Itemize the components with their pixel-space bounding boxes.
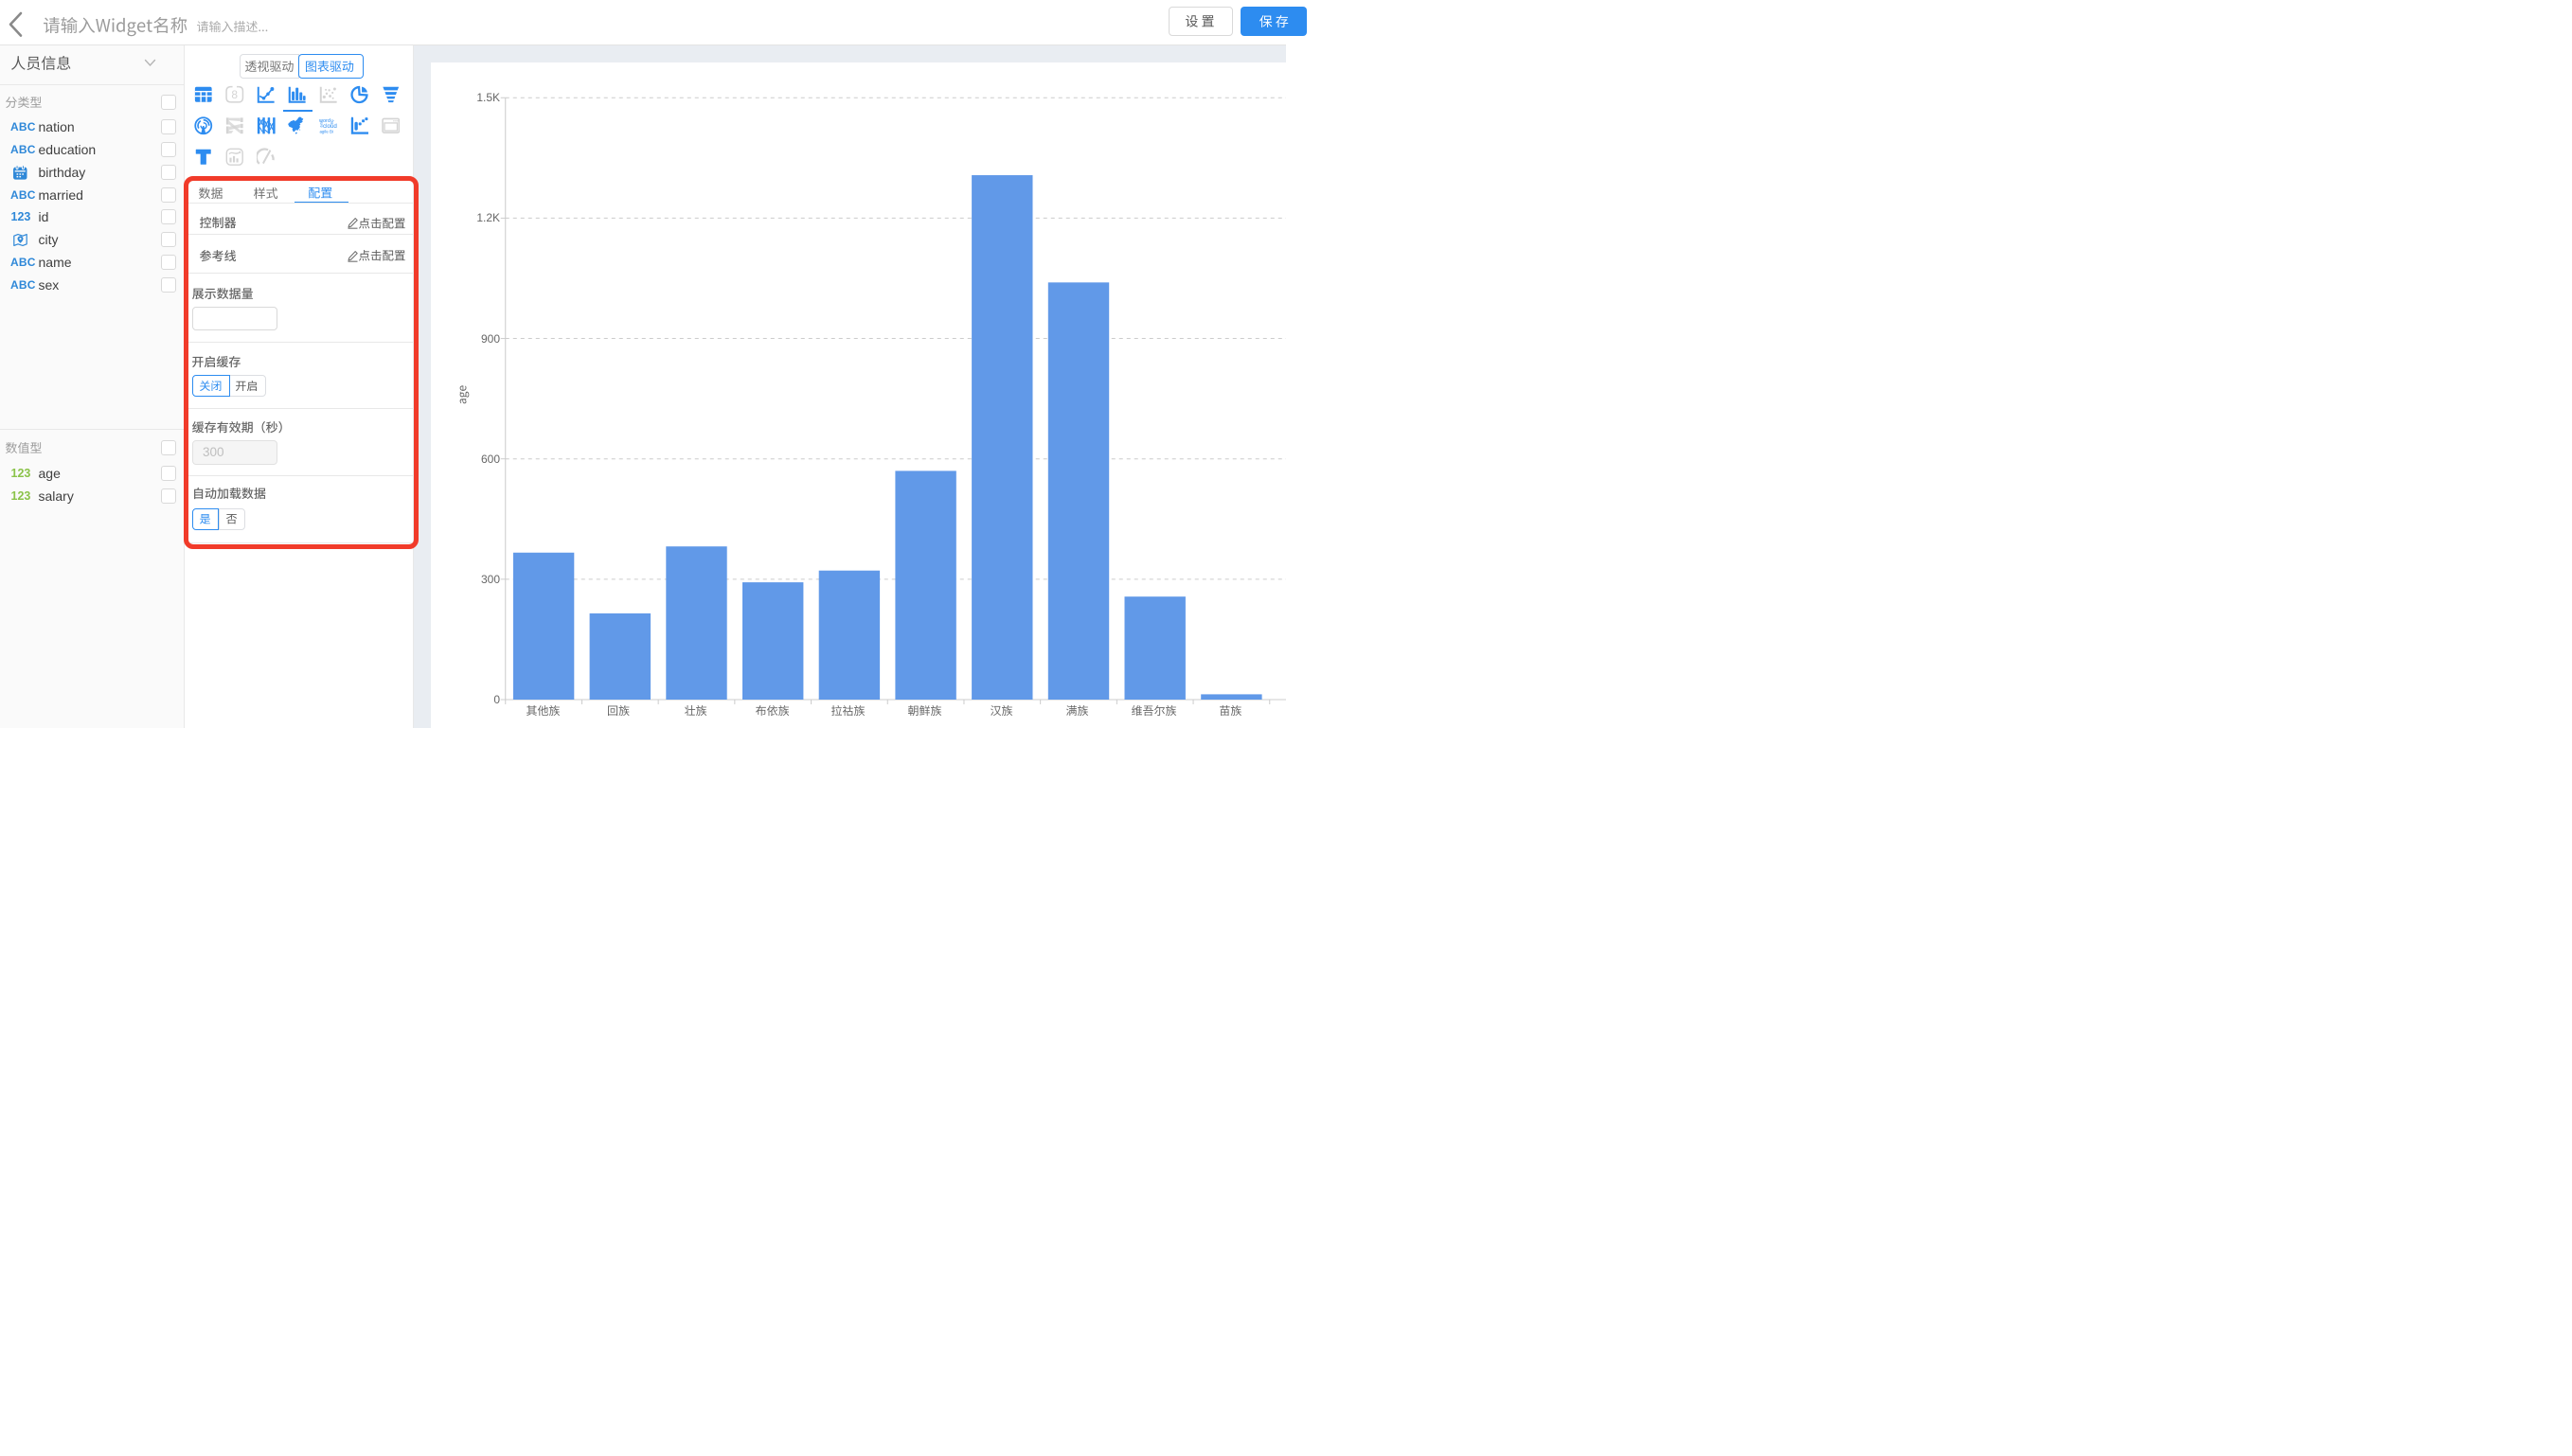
svg-text:agile Bi: agile Bi (319, 130, 333, 134)
svg-text:8: 8 (232, 88, 239, 101)
svg-text:data: data (319, 121, 323, 127)
